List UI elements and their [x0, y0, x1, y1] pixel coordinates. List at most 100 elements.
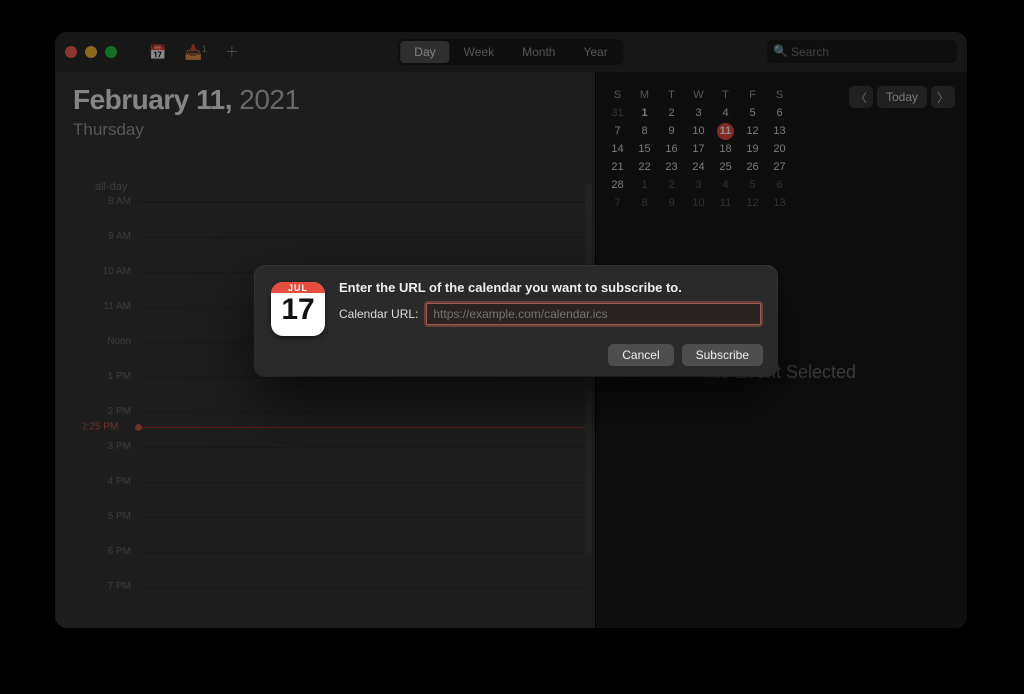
hour-label: 3 PM	[83, 441, 131, 452]
hour-row[interactable]: 5 PM	[83, 517, 585, 552]
mini-month-day[interactable]: 24	[685, 158, 712, 176]
calendar-icon-day: 17	[281, 293, 314, 327]
search-field-wrapper: 🔍	[767, 40, 957, 63]
mini-month-day[interactable]: 12	[739, 194, 766, 212]
hour-row[interactable]: 7 PM	[83, 587, 585, 622]
hour-label: Noon	[83, 336, 131, 347]
subscribe-calendar-dialog: JUL 17 Enter the URL of the calendar you…	[255, 266, 777, 376]
mini-month-day[interactable]: 21	[604, 158, 631, 176]
inbox-icon: 📥1	[184, 44, 206, 60]
mini-month-day[interactable]: 26	[739, 158, 766, 176]
date-title: February 11, 2021	[73, 84, 577, 116]
mini-month-day[interactable]: 18	[712, 140, 739, 158]
mini-month-day[interactable]: 5	[739, 176, 766, 194]
mini-month-day[interactable]: 7	[604, 122, 631, 140]
day-grid-scrollbar[interactable]	[585, 184, 593, 618]
mini-month-day[interactable]: 13	[766, 194, 793, 212]
hour-label: 11 AM	[83, 301, 131, 312]
mini-month-day[interactable]: 3	[685, 104, 712, 122]
view-month-button[interactable]: Month	[508, 41, 569, 63]
hour-row[interactable]: 1 PM	[83, 377, 585, 412]
traffic-lights	[65, 46, 117, 58]
view-switcher[interactable]: DayWeekMonthYear	[398, 39, 623, 65]
mini-month-day[interactable]: 2	[658, 104, 685, 122]
cancel-button[interactable]: Cancel	[608, 344, 673, 366]
mini-month-day[interactable]: 17	[685, 140, 712, 158]
calendars-toggle-button[interactable]: 📅	[143, 40, 172, 65]
mini-month-day[interactable]: 28	[604, 176, 631, 194]
subscribe-button[interactable]: Subscribe	[682, 344, 763, 366]
hour-row[interactable]: 3 PM	[83, 447, 585, 482]
mini-month-day[interactable]: 1	[631, 104, 658, 122]
prev-month-button[interactable]: 〈	[849, 86, 873, 108]
mini-month-day[interactable]: 11	[712, 122, 739, 140]
mini-month-day[interactable]: 8	[631, 122, 658, 140]
hour-label: 10 AM	[83, 266, 131, 277]
dow-header: M	[631, 86, 658, 104]
inbox-button[interactable]: 📥1	[178, 40, 212, 65]
mini-month-day[interactable]: 6	[766, 176, 793, 194]
view-week-button[interactable]: Week	[450, 41, 508, 63]
url-row: Calendar URL:	[339, 303, 761, 325]
mini-month-day[interactable]: 10	[685, 194, 712, 212]
view-day-button[interactable]: Day	[400, 41, 449, 63]
mini-month-day[interactable]: 4	[712, 104, 739, 122]
mini-month-day[interactable]: 27	[766, 158, 793, 176]
dow-header: F	[739, 86, 766, 104]
mini-month-day[interactable]: 13	[766, 122, 793, 140]
mini-month-day[interactable]: 14	[604, 140, 631, 158]
now-indicator-line	[139, 427, 585, 428]
mini-month-day[interactable]: 12	[739, 122, 766, 140]
search-input[interactable]	[767, 40, 957, 63]
mini-month-day[interactable]: 25	[712, 158, 739, 176]
hour-label: 6 PM	[83, 546, 131, 557]
month-nav: 〈 Today 〉	[849, 86, 955, 108]
next-month-button[interactable]: 〉	[931, 86, 955, 108]
mini-month-day[interactable]: 5	[739, 104, 766, 122]
mini-month-day[interactable]: 22	[631, 158, 658, 176]
add-event-button[interactable]: ＋	[219, 38, 245, 66]
hour-label: 7 PM	[83, 581, 131, 592]
dialog-buttons: Cancel Subscribe	[608, 344, 763, 366]
minimize-window-icon[interactable]	[85, 46, 97, 58]
mini-month-day[interactable]: 15	[631, 140, 658, 158]
hour-label: 1 PM	[83, 371, 131, 382]
mini-month-day[interactable]: 8	[631, 194, 658, 212]
close-window-icon[interactable]	[65, 46, 77, 58]
dow-header: S	[604, 86, 631, 104]
calendar-url-input[interactable]	[426, 303, 761, 325]
dialog-title: Enter the URL of the calendar you want t…	[339, 280, 761, 295]
mini-month-day[interactable]: 6	[766, 104, 793, 122]
dow-header: S	[766, 86, 793, 104]
hour-row[interactable]: 6 PM	[83, 552, 585, 587]
all-day-row[interactable]: all-day	[83, 178, 585, 202]
mini-month-day[interactable]: 10	[685, 122, 712, 140]
mini-month-day[interactable]: 3	[685, 176, 712, 194]
mini-month-day[interactable]: 20	[766, 140, 793, 158]
hour-row[interactable]: 8 AM	[83, 202, 585, 237]
mini-month-day[interactable]: 9	[658, 122, 685, 140]
mini-month-day[interactable]: 7	[604, 194, 631, 212]
mini-month-day[interactable]: 2	[658, 176, 685, 194]
mini-month-day[interactable]: 11	[712, 194, 739, 212]
mini-month-day[interactable]: 19	[739, 140, 766, 158]
mini-month-day[interactable]: 9	[658, 194, 685, 212]
chevron-right-icon: 〉	[937, 91, 949, 105]
hour-row[interactable]: 2 PM	[83, 412, 585, 447]
now-indicator-dot	[135, 424, 142, 431]
today-button[interactable]: Today	[877, 86, 927, 108]
mini-month[interactable]: SMTWTFS311234567891011121314151617181920…	[604, 86, 793, 212]
date-title-year: 2021	[239, 84, 299, 115]
hour-label: 4 PM	[83, 476, 131, 487]
mini-month-day[interactable]: 16	[658, 140, 685, 158]
mini-month-day[interactable]: 4	[712, 176, 739, 194]
day-grid[interactable]: all-day 8 AM9 AM10 AM11 AMNoon1 PM2 PM3 …	[83, 178, 585, 628]
view-year-button[interactable]: Year	[569, 41, 621, 63]
dow-header: W	[685, 86, 712, 104]
mini-month-day[interactable]: 23	[658, 158, 685, 176]
calendar-icon-month: JUL	[271, 282, 325, 293]
mini-month-day[interactable]: 31	[604, 104, 631, 122]
mini-month-day[interactable]: 1	[631, 176, 658, 194]
zoom-window-icon[interactable]	[105, 46, 117, 58]
hour-row[interactable]: 4 PM	[83, 482, 585, 517]
